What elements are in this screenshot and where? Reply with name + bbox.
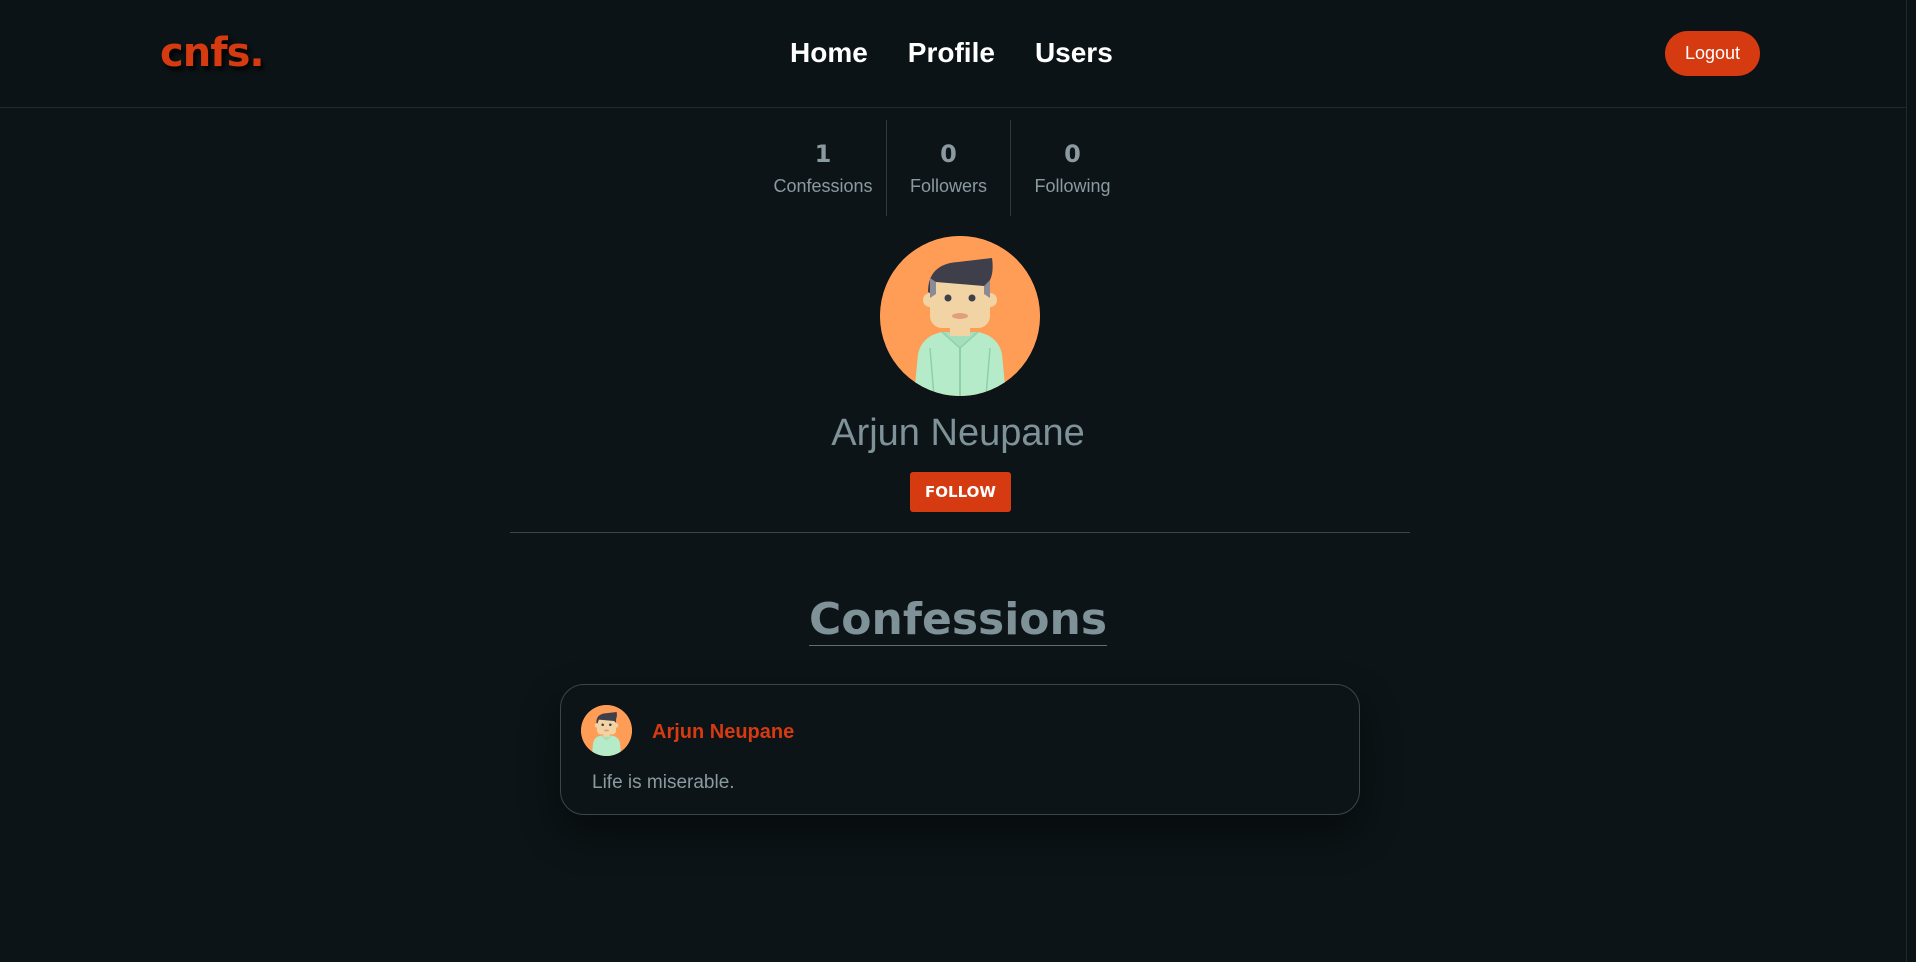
stat-confessions: 1 Confessions — [760, 120, 886, 216]
follow-button[interactable]: FOLLOW — [910, 472, 1011, 512]
logout-button[interactable]: Logout — [1665, 31, 1760, 76]
site-logo[interactable]: cnfs. — [160, 30, 265, 76]
profile-name: Arjun Neupane — [831, 412, 1085, 454]
confession-author-avatar — [581, 705, 632, 756]
stat-confessions-value: 1 — [814, 139, 832, 168]
stat-following-value: 0 — [1064, 139, 1081, 168]
navbar: cnfs. Home Profile Users Logout — [0, 0, 1916, 108]
confession-author-name[interactable]: Arjun Neupane — [652, 721, 794, 744]
stat-followers-label: Followers — [909, 175, 988, 196]
profile-avatar — [880, 236, 1040, 396]
page-scrollbar[interactable] — [1906, 0, 1916, 962]
stat-following[interactable]: 0 Following — [1010, 120, 1134, 216]
confession-card: Arjun Neupane Life is miserable. — [560, 684, 1360, 815]
nav-links: Home Profile Users — [790, 37, 1113, 69]
stat-followers-value: 0 — [940, 139, 957, 168]
nav-profile-link[interactable]: Profile — [908, 37, 995, 69]
confessions-heading: Confessions — [0, 594, 1916, 646]
stat-following-label: Following — [1034, 175, 1111, 196]
nav-home-link[interactable]: Home — [790, 37, 868, 69]
divider — [510, 532, 1410, 533]
nav-users-link[interactable]: Users — [1035, 37, 1113, 69]
stat-confessions-label: Confessions — [773, 175, 873, 196]
confessions-heading-text: Confessions — [808, 594, 1108, 646]
stat-followers[interactable]: 0 Followers — [886, 120, 1010, 216]
profile-stats: 1 Confessions 0 Followers 0 Following — [760, 120, 1134, 216]
confession-text: Life is miserable. — [592, 772, 735, 793]
